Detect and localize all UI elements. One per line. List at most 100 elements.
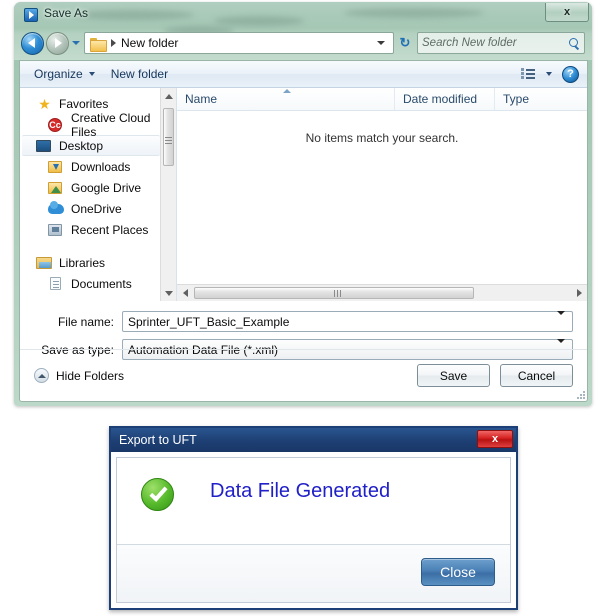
file-name-input[interactable]: Sprinter_UFT_Basic_Example bbox=[122, 310, 573, 332]
sidebar-item-label: Desktop bbox=[59, 138, 104, 153]
column-label: Date modified bbox=[403, 92, 478, 106]
sidebar-vertical-scrollbar[interactable] bbox=[160, 88, 176, 301]
back-button[interactable] bbox=[21, 31, 44, 55]
arrow-left-icon bbox=[28, 38, 35, 48]
sidebar-item-documents[interactable]: Documents bbox=[20, 273, 176, 294]
sidebar-item-label: Recent Places bbox=[71, 222, 149, 237]
save-button[interactable]: Save bbox=[417, 364, 490, 387]
scroll-up-button[interactable] bbox=[161, 88, 176, 104]
uft-title-bar: Export to UFT x bbox=[111, 428, 516, 452]
navigation-pane: ★ Favorites Cc Creative Cloud Files Desk… bbox=[20, 88, 177, 301]
help-button[interactable]: ? bbox=[562, 65, 579, 83]
sidebar-item-creative-cloud-files[interactable]: Cc Creative Cloud Files bbox=[20, 111, 176, 139]
checkmark-glyph bbox=[148, 482, 168, 502]
uft-message-area: Data File Generated bbox=[117, 458, 510, 544]
export-to-uft-dialog: Export to UFT x Data File Generated Clos… bbox=[109, 426, 518, 610]
file-name-value: Sprinter_UFT_Basic_Example bbox=[128, 314, 290, 329]
column-headers: Name Date modified Type bbox=[177, 88, 587, 111]
breadcrumb-current-folder[interactable]: New folder bbox=[121, 36, 178, 50]
save-as-window: Save As x New folder ↻ Search New folder… bbox=[14, 2, 592, 406]
sort-ascending-icon bbox=[283, 89, 291, 93]
triangle-down-icon bbox=[164, 290, 173, 296]
onedrive-icon bbox=[48, 200, 65, 217]
libraries-icon bbox=[36, 255, 53, 271]
sidebar-item-libraries[interactable]: Libraries bbox=[20, 252, 176, 273]
column-header-date-modified[interactable]: Date modified bbox=[395, 88, 495, 110]
navigation-tree: ★ Favorites Cc Creative Cloud Files Desk… bbox=[20, 88, 176, 294]
sidebar-item-google-drive[interactable]: Google Drive bbox=[20, 177, 176, 198]
command-toolbar: Or g anize New folder ? bbox=[20, 61, 587, 88]
organize-label-post: anize bbox=[54, 67, 83, 81]
success-check-icon bbox=[141, 478, 174, 511]
sidebar-item-onedrive[interactable]: OneDrive bbox=[20, 198, 176, 219]
sidebar-item-label: Favorites bbox=[59, 96, 109, 111]
sidebar-item-label: Libraries bbox=[59, 255, 106, 270]
uft-close-button[interactable]: Close bbox=[421, 558, 495, 586]
sidebar-item-label: OneDrive bbox=[71, 201, 122, 216]
column-header-type[interactable]: Type bbox=[495, 88, 587, 110]
address-dropdown-button[interactable] bbox=[377, 41, 385, 45]
window-title: Save As bbox=[44, 6, 89, 20]
resize-grip-icon[interactable] bbox=[575, 389, 585, 399]
document-icon bbox=[48, 276, 65, 292]
scroll-left-button[interactable] bbox=[177, 289, 193, 297]
footer-buttons: Save Cancel bbox=[417, 364, 573, 387]
scroll-down-button[interactable] bbox=[161, 285, 176, 301]
column-header-name[interactable]: Name bbox=[177, 88, 395, 110]
sidebar-item-label: Documents bbox=[71, 276, 132, 291]
triangle-right-icon bbox=[576, 289, 582, 297]
uft-close-window-button[interactable]: x bbox=[477, 430, 513, 448]
column-label: Name bbox=[185, 92, 218, 106]
organize-label-accel: g bbox=[47, 67, 55, 81]
recent-locations-button[interactable] bbox=[69, 33, 82, 53]
organize-menu-button[interactable]: Or g anize bbox=[26, 64, 103, 84]
star-icon: ★ bbox=[38, 95, 51, 112]
grip-icon bbox=[165, 136, 172, 138]
scroll-right-button[interactable] bbox=[571, 289, 587, 297]
scrollbar-thumb[interactable] bbox=[194, 287, 474, 299]
chevron-down-icon bbox=[377, 41, 385, 45]
breadcrumb-separator-icon bbox=[111, 39, 116, 47]
uft-dialog-footer: Close bbox=[117, 544, 510, 602]
file-name-label: File name: bbox=[57, 314, 114, 329]
file-list-horizontal-scrollbar[interactable] bbox=[177, 284, 587, 301]
chevron-down-icon bbox=[88, 72, 95, 76]
view-dropdown-chevron-icon[interactable] bbox=[546, 72, 552, 76]
dialog-footer: Hide Folders Save Cancel bbox=[20, 349, 587, 401]
chevron-down-icon bbox=[557, 310, 565, 329]
sidebar-item-recent-places[interactable]: Recent Places bbox=[20, 219, 176, 240]
downloads-icon bbox=[48, 159, 65, 175]
scrollbar-thumb[interactable] bbox=[163, 108, 174, 166]
folder-icon bbox=[90, 37, 107, 52]
cancel-button[interactable]: Cancel bbox=[500, 364, 573, 387]
sidebar-item-label: Downloads bbox=[71, 159, 131, 174]
browser-panes: ★ Favorites Cc Creative Cloud Files Desk… bbox=[20, 88, 587, 301]
search-input[interactable]: Search New folder bbox=[422, 37, 569, 49]
search-box[interactable]: Search New folder bbox=[417, 32, 585, 54]
forward-button[interactable] bbox=[46, 31, 69, 55]
sidebar-item-downloads[interactable]: Downloads bbox=[20, 156, 176, 177]
file-name-dropdown-button[interactable] bbox=[557, 310, 565, 329]
navigation-bar: New folder ↻ Search New folder bbox=[21, 30, 585, 56]
hide-folders-button[interactable]: Hide Folders bbox=[34, 368, 124, 383]
refresh-button[interactable]: ↻ bbox=[395, 32, 415, 54]
empty-list-message: No items match your search. bbox=[305, 131, 459, 145]
file-name-row: File name: Sprinter_UFT_Basic_Example bbox=[34, 310, 573, 332]
creative-cloud-icon: Cc bbox=[48, 117, 62, 132]
app-icon bbox=[24, 8, 38, 22]
triangle-left-icon bbox=[182, 289, 188, 297]
triangle-up-icon bbox=[164, 93, 173, 99]
chevron-down-icon bbox=[71, 41, 80, 45]
change-view-icon[interactable] bbox=[521, 67, 536, 81]
new-folder-button[interactable]: New folder bbox=[103, 64, 176, 84]
toolbar-right-group: ? bbox=[521, 65, 581, 83]
google-drive-icon bbox=[48, 180, 65, 196]
grip-icon bbox=[333, 289, 335, 297]
hide-folders-label: Hide Folders bbox=[56, 368, 125, 383]
column-label: Type bbox=[503, 92, 530, 106]
close-window-button[interactable]: x bbox=[545, 3, 589, 22]
recent-places-icon bbox=[48, 222, 65, 238]
address-bar[interactable]: New folder bbox=[84, 32, 394, 54]
organize-label-pre: Or bbox=[34, 67, 48, 81]
